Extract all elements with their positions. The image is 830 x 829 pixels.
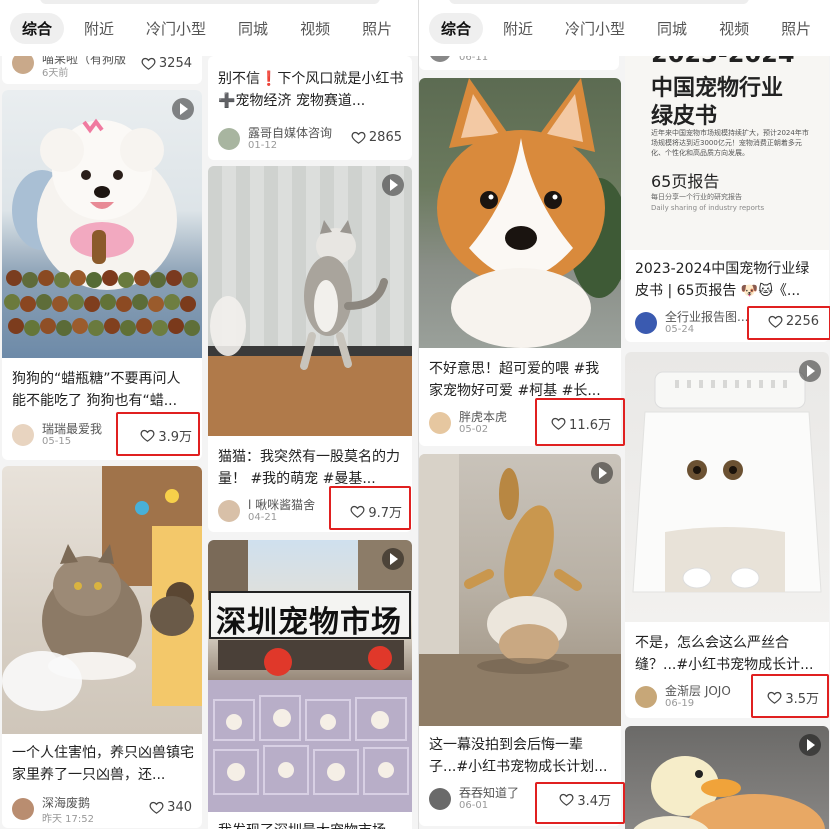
author-name[interactable]: 露哥自媒体咨询 (248, 124, 332, 141)
highlight-box (747, 306, 830, 340)
tab-same-city[interactable]: 同城 (226, 13, 280, 44)
avatar[interactable] (12, 798, 34, 820)
tab-nearby[interactable]: 附近 (491, 13, 545, 44)
tab-photo[interactable]: 照片 (769, 13, 823, 44)
highlight-box (751, 674, 829, 718)
card-title[interactable]: 猫猫：我突然有一股莫名的力量！ #我的萌宠 #曼基... (218, 446, 404, 490)
card-title[interactable]: 别不信❗下个风口就是小红书➕宠物经济 宠物赛道... (218, 68, 404, 112)
feed-screen-right: 综合 附近 冷门小型 同城 视频 照片 06-11 不好意思！超可爱的喂 #我家… (418, 0, 830, 829)
report-sub: 每日分享一个行业的研究报告 (651, 193, 742, 201)
highlight-box (116, 412, 200, 456)
cover-image-cats-playing (419, 454, 621, 726)
like-button[interactable]: 3254 (141, 56, 192, 71)
post-date: 05-02 (459, 424, 489, 435)
like-button[interactable]: 2865 (351, 130, 402, 145)
search-bar-edge[interactable] (449, 0, 749, 4)
tab-rare-small[interactable]: 冷门小型 (134, 13, 218, 44)
note-card[interactable]: 猫猫：我突然有一股莫名的力量！ #我的萌宠 #曼基... l 啾咪酱猫舍 04-… (208, 166, 412, 532)
post-date: 06-01 (459, 800, 489, 811)
author-name[interactable]: 瑞瑞最爱我 (42, 420, 102, 437)
video-play-icon (799, 360, 821, 382)
video-play-icon (382, 548, 404, 570)
video-play-icon (799, 734, 821, 756)
report-description: 近年来中国宠物市场规模持续扩大，预计2024年市场规模将达到近3000亿元！宠物… (651, 129, 809, 157)
tab-nearby[interactable]: 附近 (72, 13, 126, 44)
report-title-line2: 绿皮书 (651, 104, 718, 129)
card-title[interactable]: 一个人住害怕，养只凶兽镇宅 家里养了一只凶兽，还... (12, 742, 194, 786)
highlight-box (329, 486, 411, 530)
card-meta: 露哥自媒体咨询 01-12 2865 (218, 124, 402, 154)
card-title[interactable]: 不是，怎么会这么严丝合缝？...#小红书宠物成长计... (635, 632, 821, 676)
tab-video[interactable]: 视频 (707, 13, 761, 44)
author-name[interactable]: 金渐层 JOJO (665, 682, 731, 699)
tab-rare-small[interactable]: 冷门小型 (553, 13, 637, 44)
tab-comprehensive[interactable]: 综合 (10, 12, 65, 44)
card-title[interactable]: 我发现了深圳最大宠物市场 (218, 820, 404, 829)
report-sub-en: Daily sharing of industry reports (651, 204, 765, 212)
note-card[interactable] (625, 726, 829, 829)
cover-image-duck-cat (625, 726, 829, 829)
card-title[interactable]: 不好意思！超可爱的喂 #我家宠物好可爱 #柯基 #长... (429, 358, 613, 402)
avatar[interactable] (218, 128, 240, 150)
note-card[interactable]: 不好意思！超可爱的喂 #我家宠物好可爱 #柯基 #长... 胖虎本虎 05-02… (419, 78, 621, 446)
cover-image-pet-market: 深圳宠物市场 (208, 540, 412, 812)
report-badge: 65页报告 (651, 172, 720, 191)
avatar[interactable] (429, 788, 451, 810)
post-date: 06-19 (665, 698, 695, 709)
like-count: 2865 (368, 130, 402, 145)
like-count: 3254 (158, 56, 192, 71)
category-tabs-left: 综合 附近 冷门小型 同城 视频 照片 (0, 0, 418, 56)
heart-icon (141, 57, 156, 70)
note-card[interactable]: 深圳宠物市场 我发现了深圳最大宠物市场 (208, 540, 412, 829)
post-date: 05-15 (42, 436, 72, 447)
note-card[interactable]: 这一幕没拍到会后悔一辈子...#小红书宠物成长计划... 吞吞知道了 06-01… (419, 454, 621, 826)
avatar[interactable] (218, 500, 240, 522)
video-play-icon (172, 98, 194, 120)
highlight-box (535, 398, 625, 446)
cover-image-bichon (2, 90, 202, 358)
card-title[interactable]: 2023-2024中国宠物行业绿皮书 | 65页报告 🐶🐱《... (635, 258, 821, 302)
note-card[interactable]: 不是，怎么会这么严丝合缝？...#小红书宠物成长计... 金渐层 JOJO 06… (625, 352, 829, 718)
category-tabs-right: 综合 附近 冷门小型 同城 视频 照片 (419, 0, 830, 56)
post-date: 01-12 (248, 140, 278, 151)
note-card[interactable]: 别不信❗下个风口就是小红书➕宠物经济 宠物赛道... 露哥自媒体咨询 01-12… (208, 56, 412, 160)
card-meta: 深海废鹅 昨天 17:52 340 (12, 794, 192, 825)
cover-image-stool-cat (625, 352, 829, 622)
tab-comprehensive[interactable]: 综合 (429, 12, 484, 44)
video-play-icon (382, 174, 404, 196)
heart-icon (351, 131, 366, 144)
tab-photo[interactable]: 照片 (350, 13, 404, 44)
author-name[interactable]: 吞吞知道了 (459, 784, 519, 801)
avatar[interactable] (429, 412, 451, 434)
author-name[interactable]: 胖虎本虎 (459, 408, 507, 425)
tab-same-city[interactable]: 同城 (645, 13, 699, 44)
post-date: 6天前 (42, 68, 69, 79)
tab-video[interactable]: 视频 (288, 13, 342, 44)
note-card[interactable]: 狗狗的“蜡瓶糖”不要再问人能不能吃了 狗狗也有“蜡... 瑞瑞最爱我 05-15… (2, 90, 202, 460)
avatar[interactable] (635, 686, 657, 708)
author-name[interactable]: l 啾咪酱猫舍 (248, 496, 315, 513)
like-count: 340 (167, 800, 192, 815)
card-title[interactable]: 这一幕没拍到会后悔一辈子...#小红书宠物成长计划... (429, 734, 613, 778)
market-sign-text: 深圳宠物市场 (216, 605, 402, 640)
like-button[interactable]: 340 (149, 800, 192, 815)
note-card[interactable]: 一个人住害怕，养只凶兽镇宅 家里养了一只凶兽，还... 深海废鹅 昨天 17:5… (2, 466, 202, 828)
post-date: 05-24 (665, 324, 695, 335)
heart-icon (149, 801, 164, 814)
author-name[interactable]: 全行业报告图... (665, 308, 748, 325)
post-date: 04-21 (248, 512, 278, 523)
cover-image-corgi (419, 78, 621, 348)
post-date: 昨天 17:52 (42, 814, 94, 825)
highlight-box (535, 782, 625, 824)
avatar[interactable] (12, 424, 34, 446)
feed-screen-left: 综合 附近 冷门小型 同城 视频 照片 喵呆啦（有狗版 6天前 3254 狗狗的… (0, 0, 418, 829)
cover-image-kitten (208, 166, 412, 436)
search-bar-edge[interactable] (40, 0, 380, 4)
video-play-icon (591, 462, 613, 484)
author-name[interactable]: 深海废鹅 (42, 794, 90, 811)
cover-image-cat-room (2, 466, 202, 734)
avatar[interactable] (635, 312, 657, 334)
card-title[interactable]: 狗狗的“蜡瓶糖”不要再问人能不能吃了 狗狗也有“蜡... (12, 368, 194, 412)
